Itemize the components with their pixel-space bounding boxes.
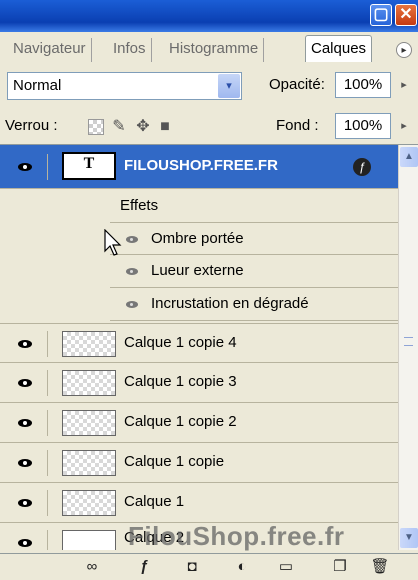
fill-slider-arrow-icon[interactable]: ▸: [397, 116, 411, 136]
layer-name: Calque 1 copie 2: [124, 413, 237, 430]
effect-eye-icon[interactable]: [126, 236, 138, 243]
layers-scrollbar[interactable]: ▲ ▼: [398, 145, 418, 550]
delete-layer-icon[interactable]: 🗑: [370, 557, 390, 577]
panel-title-bar: ▢ ✕: [0, 0, 418, 32]
layer-thumbnail: [62, 331, 116, 357]
fill-field[interactable]: 100%: [335, 113, 391, 139]
effect-item[interactable]: Ombre portée: [110, 222, 398, 255]
blend-mode-select[interactable]: Normal ▾: [7, 72, 242, 100]
scroll-grip[interactable]: [404, 337, 413, 346]
fill-label: Fond :: [276, 117, 319, 134]
visibility-eye-icon[interactable]: [4, 450, 48, 476]
effect-label: Incrustation en dégradé: [151, 295, 309, 312]
tab-calques[interactable]: Calques: [305, 35, 373, 63]
effects-group[interactable]: Effets: [0, 189, 398, 222]
layer-thumbnail: [62, 530, 116, 550]
lock-label: Verrou :: [5, 117, 58, 134]
chevron-down-icon[interactable]: ▾: [218, 74, 240, 98]
tab-infos[interactable]: Infos: [108, 38, 152, 62]
visibility-eye-icon[interactable]: [4, 490, 48, 516]
layer-name: Calque 1 copie 4: [124, 334, 237, 351]
blend-row: Normal ▾ Opacité: 100% ▸: [0, 62, 418, 108]
layer-row[interactable]: Calque 1: [0, 483, 398, 523]
tab-navigateur[interactable]: Navigateur: [8, 38, 92, 62]
layer-row[interactable]: Calque 1 copie 4: [0, 323, 398, 363]
link-layers-icon[interactable]: ∞: [82, 557, 102, 577]
layer-name: FILOUSHOP.FREE.FR: [124, 157, 278, 174]
layer-thumbnail: [62, 490, 116, 516]
lock-transparent-icon[interactable]: [88, 119, 104, 135]
lock-row: Verrou : ✎ ✥ ■ Fond : 100% ▸: [0, 108, 418, 145]
watermark-text: FilouShop.free.fr: [128, 521, 345, 551]
layer-row[interactable]: Calque 1 copie 2: [0, 403, 398, 443]
add-style-icon[interactable]: ƒ: [134, 557, 154, 577]
new-layer-icon[interactable]: ❐: [330, 557, 350, 577]
blend-mode-value: Normal: [13, 77, 62, 94]
scroll-down-button[interactable]: ▼: [400, 528, 418, 548]
layer-row-text[interactable]: T FILOUSHOP.FREE.FR ƒ: [0, 145, 398, 189]
visibility-eye-icon[interactable]: [4, 370, 48, 396]
layers-toolbar: ∞ ƒ ◘ ◐ ▭ ❐ 🗑: [0, 553, 418, 580]
visibility-eye-icon[interactable]: [4, 331, 48, 357]
panel-menu-button[interactable]: ▸: [396, 42, 412, 58]
brush-icon[interactable]: ✎: [110, 118, 128, 136]
layer-name: Calque 1 copie: [124, 453, 225, 470]
add-mask-icon[interactable]: ◘: [182, 557, 202, 577]
text-layer-thumbnail: T: [62, 152, 116, 180]
scroll-up-button[interactable]: ▲: [400, 147, 418, 167]
effect-label: Lueur externe: [151, 262, 244, 279]
effect-item[interactable]: Lueur externe: [110, 255, 398, 288]
adjustment-layer-icon[interactable]: ◐: [232, 557, 252, 577]
layer-thumbnail: [62, 370, 116, 396]
opacity-field[interactable]: 100%: [335, 72, 391, 98]
close-button[interactable]: ✕: [395, 4, 417, 26]
layer-thumbnail: [62, 450, 116, 476]
effect-eye-icon[interactable]: [126, 268, 138, 275]
new-group-icon[interactable]: ▭: [276, 557, 296, 577]
layer-row[interactable]: Calque 1 copie: [0, 443, 398, 483]
visibility-eye-icon[interactable]: [4, 530, 48, 550]
fx-icon[interactable]: ƒ: [353, 158, 371, 176]
panel-tabs: Navigateur Infos Histogramme Calques ▸: [0, 32, 418, 63]
minimize-button[interactable]: ▢: [370, 4, 392, 26]
effects-label: Effets: [120, 197, 159, 214]
layer-name: Calque 1: [124, 493, 185, 510]
move-icon[interactable]: ✥: [134, 118, 152, 136]
visibility-eye-icon[interactable]: [4, 154, 48, 180]
opacity-label: Opacité:: [269, 76, 325, 93]
visibility-eye-icon[interactable]: [4, 410, 48, 436]
padlock-icon[interactable]: ■: [156, 118, 174, 136]
opacity-slider-arrow-icon[interactable]: ▸: [397, 75, 411, 95]
effect-label: Ombre portée: [151, 230, 244, 247]
effect-eye-icon[interactable]: [126, 301, 138, 308]
tab-histogramme[interactable]: Histogramme: [164, 38, 265, 62]
effect-item[interactable]: Incrustation en dégradé: [110, 288, 398, 321]
layer-name: Calque 1 copie 3: [124, 373, 237, 390]
layer-thumbnail: [62, 410, 116, 436]
mouse-cursor-icon: [104, 229, 122, 256]
layer-row[interactable]: Calque 1 copie 3: [0, 363, 398, 403]
layers-list: T FILOUSHOP.FREE.FR ƒ Effets Ombre porté…: [0, 145, 398, 550]
